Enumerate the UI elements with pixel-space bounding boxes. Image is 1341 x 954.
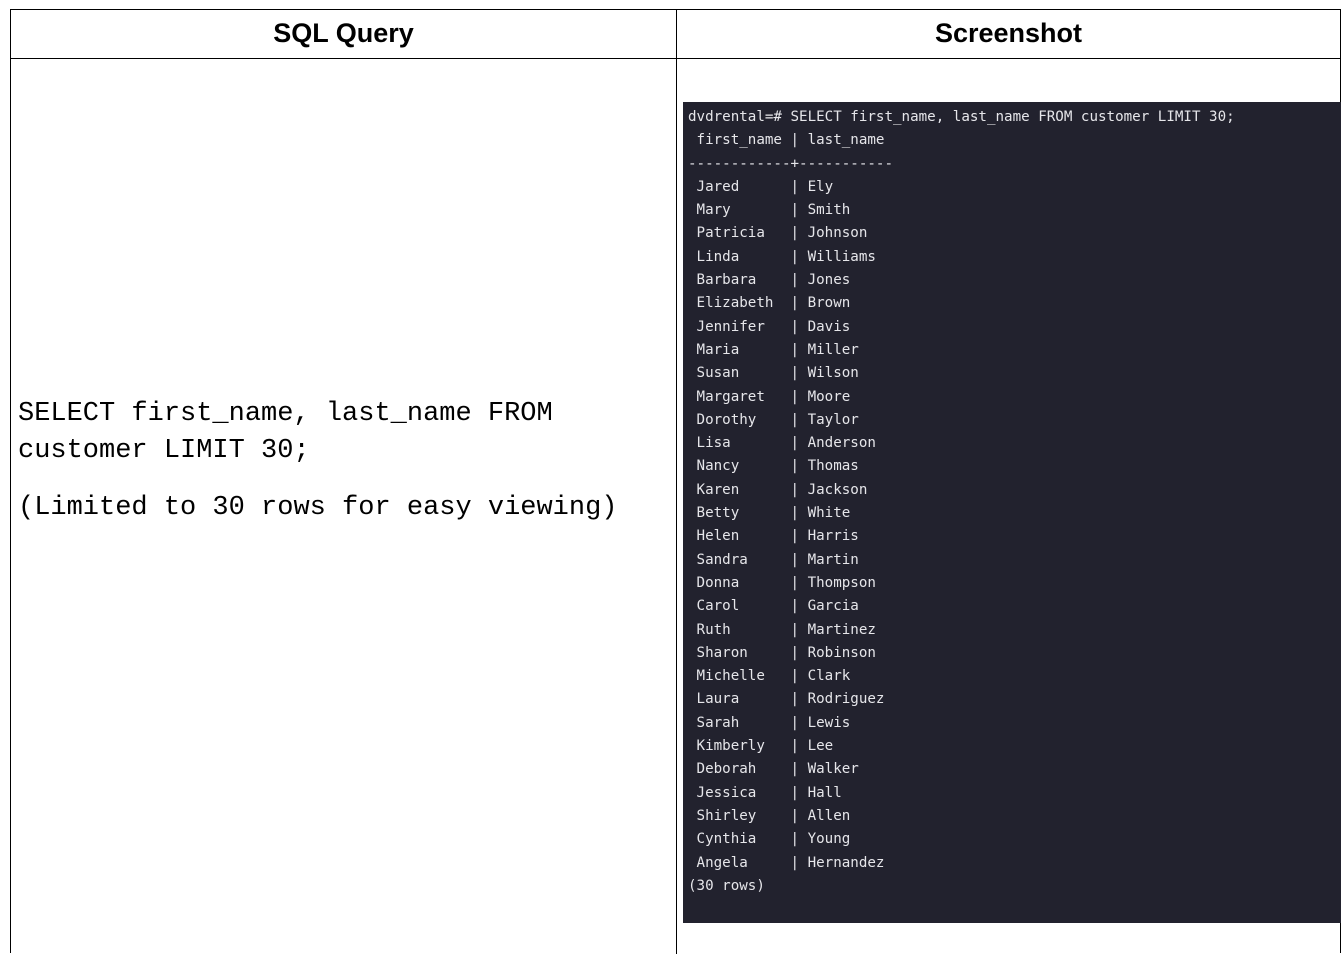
header-sql-query: SQL Query — [273, 18, 414, 48]
terminal-footer-line: (30 rows) — [688, 877, 765, 894]
terminal-row: Sarah | Lewis — [688, 714, 851, 731]
terminal-row: Dorothy | Taylor — [688, 411, 859, 428]
terminal-row: Helen | Harris — [688, 528, 859, 545]
terminal-row: Laura | Rodriguez — [688, 691, 885, 708]
terminal-row: Barbara | Jones — [688, 272, 851, 289]
terminal-prompt-line: dvdrental=# SELECT first_name, last_name… — [688, 109, 1235, 125]
terminal-row: Maria | Miller — [688, 341, 859, 358]
terminal-row: Mary | Smith — [688, 202, 851, 219]
document-table: SQL Query Screenshot SELECT first_name, … — [10, 9, 1341, 954]
terminal-row: Karen | Jackson — [688, 481, 868, 498]
terminal-row: Sandra | Martin — [688, 551, 859, 568]
terminal-row: Elizabeth | Brown — [688, 295, 851, 312]
terminal-row: Margaret | Moore — [688, 388, 851, 405]
terminal-row: Susan | Wilson — [688, 365, 859, 382]
terminal-row: Linda | Williams — [688, 248, 876, 265]
terminal-row: Patricia | Johnson — [688, 225, 868, 242]
terminal-row: Cynthia | Young — [688, 831, 851, 848]
terminal-row: Jared | Ely — [688, 178, 834, 195]
header-screenshot: Screenshot — [934, 18, 1083, 48]
terminal-row: Carol | Garcia — [688, 598, 859, 615]
terminal-row: Deborah | Walker — [688, 761, 859, 778]
terminal-row: Angela | Hernandez — [688, 854, 885, 871]
sql-query-note: (Limited to 30 rows for easy viewing) — [18, 493, 618, 523]
terminal-row: Kimberly | Lee — [688, 738, 834, 755]
terminal-row: Donna | Thompson — [688, 574, 876, 591]
terminal-row: Jessica | Hall — [688, 784, 842, 801]
terminal-row: Sharon | Robinson — [688, 644, 876, 661]
terminal-row: Jennifer | Davis — [688, 318, 851, 335]
terminal-row: Betty | White — [688, 505, 851, 522]
sql-query-cell: SELECT first_name, last_name FROM custom… — [18, 396, 668, 527]
terminal-header-line: first_name | last_name — [688, 132, 885, 149]
terminal-separator-line: ------------+----------- — [688, 155, 893, 172]
column-divider — [676, 10, 677, 954]
terminal-row: Michelle | Clark — [688, 668, 851, 685]
sql-query-text: SELECT first_name, last_name FROM custom… — [18, 399, 553, 466]
terminal-row: Lisa | Anderson — [688, 435, 876, 452]
terminal-row: Shirley | Allen — [688, 807, 851, 824]
terminal-row: Nancy | Thomas — [688, 458, 859, 475]
terminal-row: Ruth | Martinez — [688, 621, 876, 638]
terminal-screenshot: dvdrental=# SELECT first_name, last_name… — [683, 102, 1341, 923]
